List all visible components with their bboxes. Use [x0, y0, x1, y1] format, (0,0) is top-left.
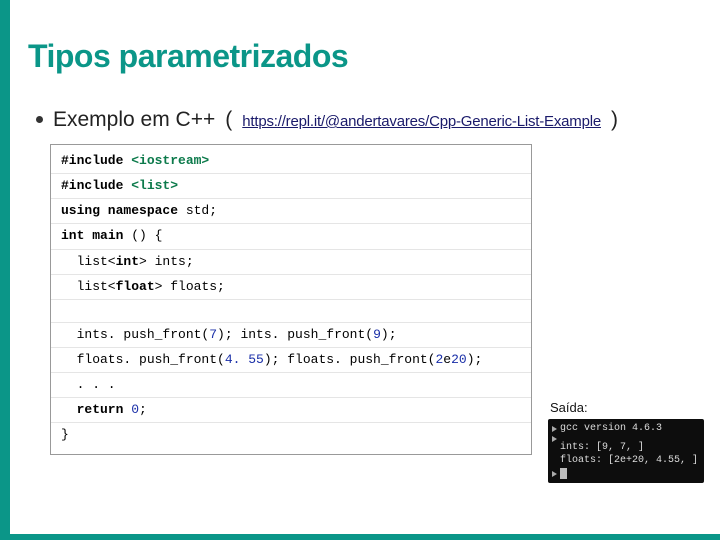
output-label: Saída:: [548, 400, 704, 415]
left-accent-bar: [0, 0, 10, 540]
code-line: ints. push_front(7); ints. push_front(9)…: [51, 323, 531, 348]
terminal-output: gcc version 4.6.3 ints: [9, 7, ] floats:…: [548, 419, 704, 483]
bullet-dot-icon: [36, 116, 43, 123]
terminal-line: [552, 468, 700, 479]
code-token: }: [61, 427, 69, 442]
code-token: <list>: [131, 178, 178, 193]
code-token: . . .: [61, 377, 116, 392]
paren-open: (: [225, 108, 232, 132]
terminal-line: ints: [9, 7, ]: [552, 441, 700, 455]
prompt-icon: [552, 471, 557, 476]
code-token: <iostream>: [131, 153, 209, 168]
terminal-text: gcc version 4.6.3: [560, 422, 662, 436]
code-token: 9: [373, 327, 381, 342]
paren-close: ): [611, 108, 618, 132]
code-token: int: [116, 254, 139, 269]
code-token: );: [381, 327, 397, 342]
code-line: . . .: [51, 373, 531, 398]
slide-title: Tipos parametrizados: [28, 38, 348, 75]
code-token: > floats;: [155, 279, 225, 294]
bullet-text: Exemplo em C++: [53, 108, 215, 132]
code-token: #include: [61, 153, 131, 168]
code-token: int: [61, 228, 92, 243]
code-token: #include: [61, 178, 131, 193]
code-token: > ints;: [139, 254, 194, 269]
output-block: Saída: gcc version 4.6.3 ints: [9, 7, ] …: [548, 400, 704, 483]
code-block: #include <iostream> #include <list> usin…: [50, 144, 532, 455]
code-token: 7: [209, 327, 217, 342]
code-line: #include <iostream>: [51, 149, 531, 174]
code-line: }: [51, 423, 531, 447]
code-token: 20: [451, 352, 467, 367]
code-line: list<float> floats;: [51, 275, 531, 300]
code-line: list<int> ints;: [51, 250, 531, 275]
terminal-text: floats: [2e+20, 4.55, ]: [552, 454, 698, 468]
code-line: return 0;: [51, 398, 531, 423]
terminal-line: gcc version 4.6.3: [552, 422, 700, 436]
code-token: return: [61, 402, 131, 417]
example-link[interactable]: https://repl.it/@andertavares/Cpp-Generi…: [242, 113, 601, 130]
bullet-row: Exemplo em C++ ( https://repl.it/@andert…: [36, 108, 618, 132]
terminal-line: floats: [2e+20, 4.55, ]: [552, 454, 700, 468]
prompt-icon: [552, 426, 557, 431]
code-token: ); ints. push_front(: [217, 327, 373, 342]
code-token: 4. 55: [225, 352, 264, 367]
code-token: using namespace: [61, 203, 186, 218]
code-token: list<: [61, 279, 116, 294]
terminal-cursor-icon: [560, 468, 567, 479]
code-line: #include <list>: [51, 174, 531, 199]
code-token: float: [116, 279, 155, 294]
code-token: e: [443, 352, 451, 367]
code-line: using namespace std;: [51, 199, 531, 224]
code-line-blank: [51, 300, 531, 323]
bottom-accent-bar: [0, 534, 720, 540]
code-token: ints. push_front(: [61, 327, 209, 342]
code-token: ;: [139, 402, 147, 417]
code-token: () {: [123, 228, 162, 243]
code-token: ); floats. push_front(: [264, 352, 436, 367]
terminal-text: ints: [9, 7, ]: [552, 441, 644, 455]
code-line: floats. push_front(4. 55); floats. push_…: [51, 348, 531, 373]
code-token: floats. push_front(: [61, 352, 225, 367]
code-line: int main () {: [51, 224, 531, 249]
code-token: 0: [131, 402, 139, 417]
code-token: list<: [61, 254, 116, 269]
code-token: std;: [186, 203, 217, 218]
code-token: main: [92, 228, 123, 243]
code-token: );: [467, 352, 483, 367]
